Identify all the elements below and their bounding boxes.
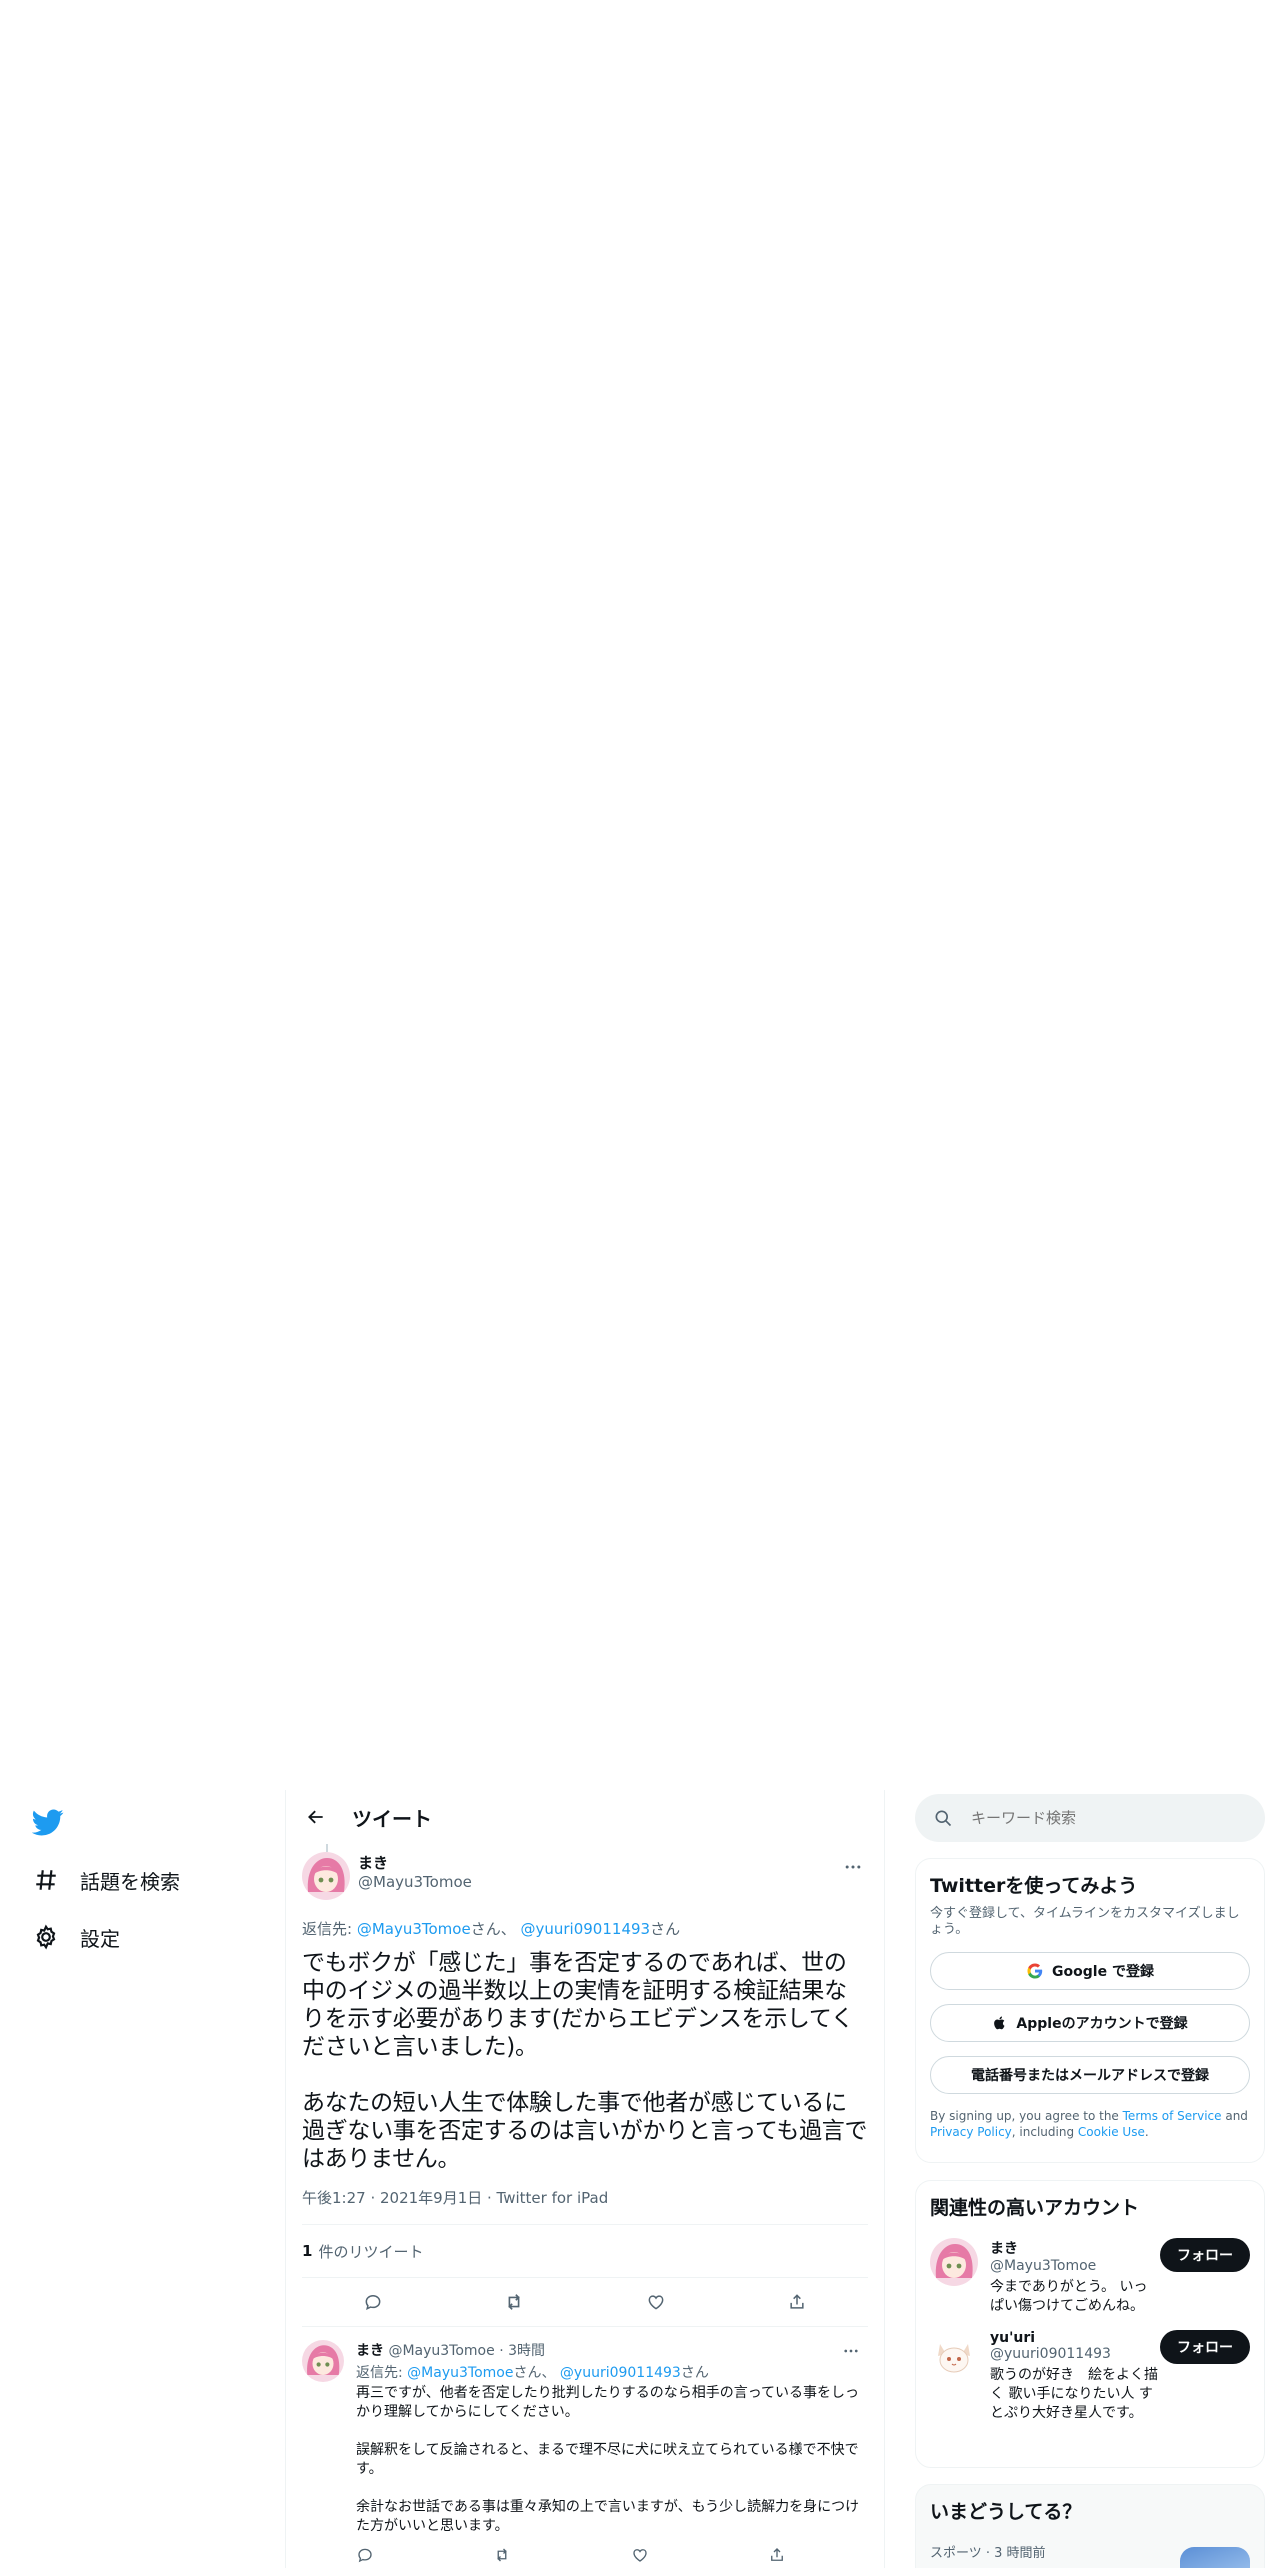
gear-icon — [32, 1923, 60, 1951]
avatar[interactable] — [302, 2340, 344, 2382]
follow-button[interactable]: フォロー — [1160, 2238, 1250, 2272]
reply-actions — [356, 2546, 786, 2564]
handle[interactable]: @Mayu3Tomoe — [358, 1873, 472, 1891]
nav-item-explore[interactable]: 話題を検索 — [32, 1860, 180, 1900]
mention-link[interactable]: @yuuri09011493 — [521, 1920, 651, 1938]
twitter-bird-icon[interactable] — [31, 1806, 64, 1838]
trends-title: いまどうしてる？ — [930, 2501, 1082, 2523]
share-icon[interactable] — [768, 2546, 786, 2564]
nav-item-label: 設定 — [80, 1926, 120, 1951]
main-header: ツイート — [286, 1790, 884, 1844]
tweet-actions — [302, 2278, 868, 2326]
divider — [302, 2326, 868, 2327]
mention-link[interactable]: @Mayu3Tomoe — [407, 2365, 513, 2381]
mention-link[interactable]: @yuuri09011493 — [560, 2365, 681, 2381]
trends-card: いまどうしてる？ スポーツ · 3 時間前 — [915, 2484, 1265, 2568]
account-bio: 歌うのが好き 絵をよく描く 歌い手になりたい人 すとぷり大好き星人です。 — [990, 2367, 1158, 2421]
apple-icon — [994, 2016, 1005, 2030]
related-title: 関連性の高いアカウント — [930, 2197, 1140, 2219]
signup-title: Twitterを使ってみよう — [930, 1875, 1138, 1897]
terms-link[interactable]: Terms of Service — [1123, 2109, 1222, 2123]
thread-line — [326, 1844, 328, 1852]
retweet-icon[interactable] — [493, 2546, 511, 2564]
back-arrow-icon — [308, 1810, 323, 1824]
reply-button[interactable] — [356, 2285, 390, 2319]
signup-subtitle: 今すぐ登録して、タイムラインをカスタマイズしましょう。 — [930, 1906, 1240, 1937]
mention-link[interactable]: @Mayu3Tomoe — [357, 1920, 471, 1938]
more-options-button[interactable] — [836, 2336, 866, 2366]
signup-legal: By signing up, you agree to the Terms of… — [930, 2109, 1248, 2139]
privacy-link[interactable]: Privacy Policy — [930, 2125, 1012, 2139]
more-options-button[interactable] — [838, 1852, 868, 1882]
tweet-timestamp[interactable]: 午後1:27 · 2021年9月1日 · Twitter for iPad — [302, 2187, 868, 2208]
retweet-icon — [508, 2294, 521, 2310]
avatar[interactable] — [302, 1852, 350, 1900]
main-column: ツイート まき @Mayu3Tomoe 返信先: @Mayu3Tomoeさん、 … — [285, 1790, 885, 2568]
back-button[interactable] — [298, 1799, 334, 1835]
account-item[interactable]: yu'uri @yuuri09011493 歌うのが好き 絵をよく描く 歌い手に… — [930, 2330, 1250, 2423]
display-name[interactable]: まき — [356, 2343, 384, 2359]
avatar[interactable] — [930, 2238, 978, 2286]
google-signup-label: Google で登録 — [1052, 1964, 1154, 1980]
right-sidebar: Twitterを使ってみよう 今すぐ登録して、タイムラインをカスタマイズしましょ… — [915, 1790, 1265, 2568]
share-button[interactable] — [780, 2285, 814, 2319]
account-handle[interactable]: @yuuri09011493 — [990, 2346, 1160, 2362]
heart-icon — [648, 2295, 664, 2310]
cookie-link[interactable]: Cookie Use — [1078, 2125, 1145, 2139]
search-icon — [935, 1810, 952, 1827]
reply-icon — [365, 2294, 381, 2311]
replying-to: 返信先: @Mayu3Tomoeさん、 @yuuri09011493さん — [302, 1920, 681, 1938]
hashtag-icon — [32, 1866, 60, 1894]
reply-text: 再三ですが、他者を否定したり批判したりするのなら相手の言っている事をしっかり理解… — [356, 2385, 860, 2534]
heart-icon[interactable] — [631, 2546, 649, 2564]
more-icon — [845, 1865, 861, 1869]
retweet-label: 件のリツイート — [318, 2242, 424, 2261]
account-name[interactable]: yu'uri — [990, 2330, 1160, 2346]
focused-tweet: まき @Mayu3Tomoe 返信先: @Mayu3Tomoeさん、 @yuur… — [302, 1852, 868, 2327]
account-bio: 今までありがとう。 いっぱい傷つけてごめんね。 — [990, 2279, 1148, 2314]
share-icon — [790, 2294, 804, 2309]
handle[interactable]: @Mayu3Tomoe — [388, 2343, 494, 2359]
reply-header: まき @Mayu3Tomoe · 3時間 — [356, 2340, 866, 2360]
google-icon — [1027, 1963, 1043, 1979]
phone-email-signup-button[interactable]: 電話番号またはメールアドレスで登録 — [930, 2056, 1250, 2094]
account-item[interactable]: まき @Mayu3Tomoe 今までありがとう。 いっぱい傷つけてごめんね。 フ… — [930, 2238, 1250, 2316]
apple-signup-label: Appleのアカウントで登録 — [1016, 2016, 1188, 2032]
retweet-count: 1 — [302, 2242, 313, 2260]
search-bar[interactable] — [915, 1794, 1265, 1842]
reply-icon[interactable] — [356, 2546, 374, 2564]
reply-time[interactable]: · 3時間 — [499, 2343, 545, 2359]
retweet-stats[interactable]: 1 件のリツイート — [302, 2225, 868, 2277]
phone-email-signup-label: 電話番号またはメールアドレスで登録 — [971, 2068, 1209, 2084]
signup-card: Twitterを使ってみよう 今すぐ登録して、タイムラインをカスタマイズしましょ… — [915, 1858, 1265, 2163]
account-name[interactable]: まき — [990, 2238, 1160, 2258]
replying-to: 返信先: @Mayu3Tomoeさん、 @yuuri09011493さん — [356, 2365, 709, 2381]
page-title: ツイート — [352, 1806, 432, 1831]
account-handle[interactable]: @Mayu3Tomoe — [990, 2258, 1160, 2274]
retweet-button[interactable] — [497, 2285, 531, 2319]
apple-signup-button[interactable]: Appleのアカウントで登録 — [930, 2004, 1250, 2042]
google-signup-button[interactable]: Google で登録 — [930, 1952, 1250, 1990]
left-navigation: 話題を検索 設定 — [0, 1790, 285, 2568]
display-name[interactable]: まき — [358, 1852, 472, 1873]
reply-tweet[interactable]: まき @Mayu3Tomoe · 3時間 返信先: @Mayu3Tomoeさん、… — [302, 2340, 868, 2564]
follow-button[interactable]: フォロー — [1160, 2330, 1250, 2364]
tweet-text: でもボクが「感じた」事を否定するのであれば、世の中のイジメの過半数以上の実情を証… — [302, 1950, 868, 2172]
related-accounts-card: 関連性の高いアカウント まき @Mayu3Tomoe 今までありがとう。 いっぱ… — [915, 2180, 1265, 2468]
nav-item-label: 話題を検索 — [80, 1869, 180, 1894]
like-button[interactable] — [639, 2285, 673, 2319]
tweet-author: まき @Mayu3Tomoe — [302, 1852, 868, 1902]
nav-item-settings[interactable]: 設定 — [32, 1917, 120, 1957]
search-input[interactable] — [971, 1809, 1231, 1827]
avatar[interactable] — [930, 2330, 978, 2378]
more-icon — [844, 2349, 858, 2353]
trend-thumbnail[interactable] — [1180, 2547, 1250, 2568]
